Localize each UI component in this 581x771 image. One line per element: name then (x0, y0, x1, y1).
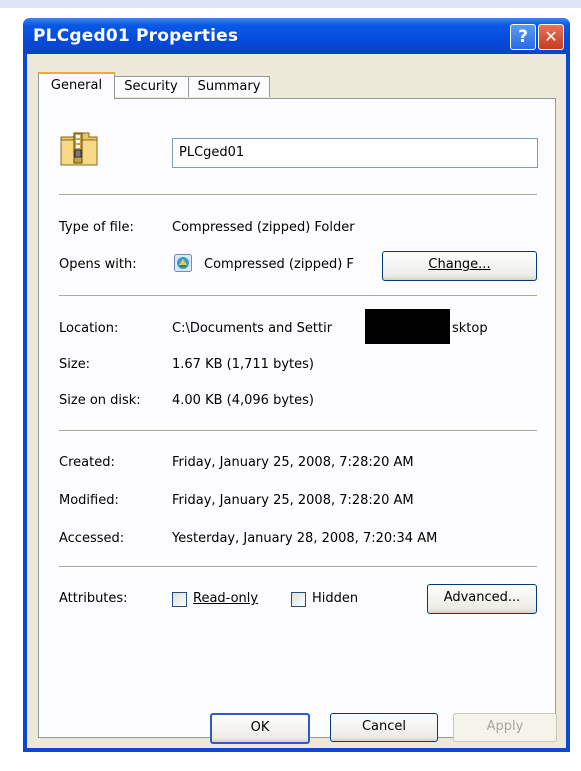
size-label: Size: (59, 357, 91, 372)
file-name-input[interactable] (173, 139, 535, 165)
cancel-button[interactable]: Cancel (330, 713, 438, 742)
created-label: Created: (59, 455, 115, 470)
close-button[interactable]: ✕ (538, 24, 564, 50)
separator (59, 295, 537, 297)
zipped-folder-icon (60, 132, 98, 166)
dialog-client-area: General Security Summary Type of file: C… (27, 54, 566, 748)
advanced-button[interactable]: Advanced... (427, 584, 537, 614)
change-button-label: Change... (428, 257, 491, 272)
advanced-button-label: Advanced... (443, 590, 521, 605)
change-button[interactable]: Change... (382, 251, 537, 281)
opens-with-value: Compressed (zipped) F (204, 257, 354, 272)
window-title: PLCged01 Properties (33, 26, 239, 46)
accessed-label: Accessed: (59, 531, 125, 546)
size-on-disk-value: 4.00 KB (4,096 bytes) (172, 393, 314, 408)
tab-security[interactable]: Security (113, 76, 189, 97)
properties-dialog: PLCged01 Properties ? ✕ General Security… (23, 18, 570, 752)
type-label: Type of file: (59, 220, 134, 235)
hidden-label[interactable]: Hidden (312, 591, 358, 606)
location-value-end: sktop (452, 321, 488, 336)
size-value: 1.67 KB (1,711 bytes) (172, 357, 314, 372)
tab-general[interactable]: General (38, 72, 115, 99)
apply-button[interactable]: Apply (453, 713, 557, 742)
readonly-checkbox[interactable] (172, 592, 187, 607)
help-button[interactable]: ? (510, 24, 536, 50)
size-on-disk-label: Size on disk: (59, 393, 141, 408)
location-label: Location: (59, 321, 119, 336)
cancel-button-label: Cancel (361, 719, 407, 734)
hidden-checkbox[interactable] (291, 592, 306, 607)
file-name-field[interactable] (172, 138, 538, 168)
general-tab-panel: Type of file: Compressed (zipped) Folder… (38, 98, 556, 738)
ok-button-label: OK (250, 720, 270, 735)
accessed-value: Yesterday, January 28, 2008, 7:20:34 AM (172, 531, 438, 546)
ok-button[interactable]: OK (210, 713, 310, 744)
modified-value: Friday, January 25, 2008, 7:28:20 AM (172, 493, 414, 508)
apply-button-label: Apply (486, 719, 524, 734)
title-bar[interactable]: PLCged01 Properties ? ✕ (23, 18, 570, 54)
compressed-folder-app-icon (174, 254, 192, 272)
type-value: Compressed (zipped) Folder (172, 220, 355, 235)
created-value: Friday, January 25, 2008, 7:28:20 AM (172, 455, 414, 470)
opens-with-label: Opens with: (59, 257, 137, 272)
redaction-box (365, 309, 450, 344)
readonly-label[interactable]: Read-only (193, 591, 258, 606)
separator (59, 430, 537, 432)
modified-label: Modified: (59, 493, 119, 508)
tab-summary[interactable]: Summary (188, 76, 270, 97)
background-strip (0, 0, 581, 8)
location-value: C:\Documents and Settir (172, 321, 333, 336)
attributes-label: Attributes: (59, 591, 128, 606)
separator (59, 194, 537, 196)
separator (59, 566, 537, 568)
